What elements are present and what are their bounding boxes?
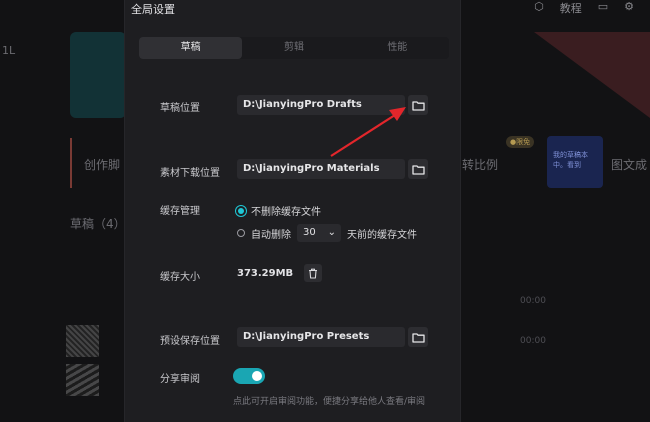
annotation-arrow (330, 107, 406, 157)
